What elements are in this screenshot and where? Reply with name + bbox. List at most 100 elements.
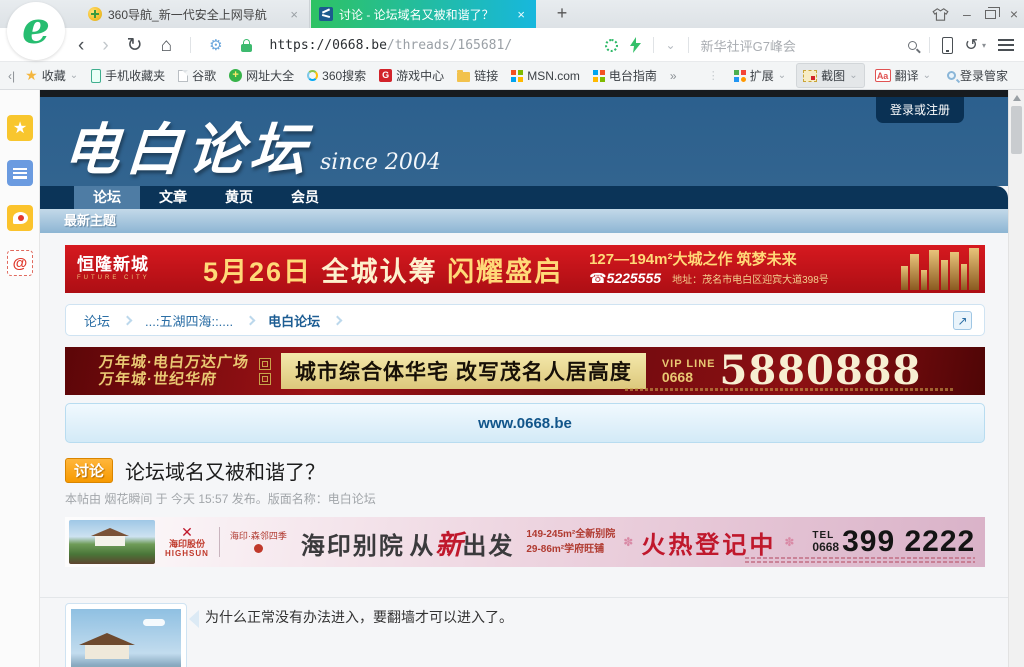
bookmark-radio-guide[interactable]: 电台指南 <box>593 67 657 84</box>
extensions-button[interactable]: 扩展 ⌄ <box>728 64 792 87</box>
browser-logo[interactable]: e <box>7 2 65 60</box>
menu-hamburger-icon[interactable] <box>998 39 1014 51</box>
forward-button-icon[interactable]: › <box>102 36 108 55</box>
domain-notice-box[interactable]: www.0668.be <box>65 403 985 443</box>
scroll-up-arrow-icon[interactable] <box>1013 95 1021 101</box>
https-lock-icon[interactable] <box>241 44 252 52</box>
wannian-contact: VIP LINE 0668 5880888 <box>662 351 921 391</box>
plus-circle-icon: + <box>229 69 242 82</box>
phone-icon <box>91 69 101 83</box>
tab1-close-icon[interactable]: × <box>287 7 301 22</box>
vip-area-code: 0668 <box>662 370 716 384</box>
undo-caret-icon[interactable]: ▾ <box>982 41 986 50</box>
maximize-button[interactable] <box>985 10 996 19</box>
ad-banner-highsun[interactable]: ✕ 海印股份 HIGHSUN 海印·森邻四季 海印别院 从新出发 149-245… <box>65 517 985 567</box>
offer-1: 149-245m²全新别院 <box>526 527 615 542</box>
breadcrumb-forum-link[interactable]: 论坛 <box>84 311 110 330</box>
back-button-icon[interactable]: ‹ <box>78 36 84 55</box>
breadcrumb-category-link[interactable]: ...:五湖四海::.... <box>145 311 233 330</box>
tab-bar: e 360导航_新一代安全上网导航 × 讨论 - 论坛域名又被和谐了？ × + … <box>0 0 1024 28</box>
login-manager-button[interactable]: 登录管家 <box>941 64 1014 87</box>
scrollbar[interactable] <box>1008 90 1024 667</box>
headline-name: 海印别院 <box>301 533 405 560</box>
tool-label: 截图 <box>821 67 845 84</box>
sidebar-favorites-star-icon[interactable]: ★ <box>7 115 33 141</box>
more-bookmarks-icon[interactable]: » <box>670 69 677 83</box>
wannian-headline: 城市综合体华宅 改写茂名人居高度 <box>281 353 646 389</box>
tab2-close-icon[interactable]: × <box>514 7 528 22</box>
screenshot-aperture-icon[interactable] <box>605 39 618 52</box>
tab-360-nav[interactable]: 360导航_新一代安全上网导航 × <box>80 0 310 28</box>
vip-line-label: VIP LINE <box>662 359 716 370</box>
sidebar-weibo-icon[interactable] <box>7 205 33 231</box>
nav-tab-yellow-pages[interactable]: 黄页 <box>206 186 272 209</box>
bookmark-label: 网址大全 <box>246 67 294 84</box>
search-input[interactable]: 新华社评G7峰会 <box>701 36 896 55</box>
url-text[interactable]: https://0668.be/threads/165681/ <box>270 38 513 53</box>
bookmark-google[interactable]: 谷歌 <box>178 67 216 84</box>
bookmark-label: 游戏中心 <box>396 67 444 84</box>
site-settings-gear-icon[interactable]: ⚙ <box>209 36 222 54</box>
screenshot-button[interactable]: 截图 ⌄ <box>796 63 864 88</box>
external-link-icon[interactable]: ↗ <box>953 311 972 330</box>
bookmark-favorites[interactable]: ★ 收藏 ⌄ <box>25 67 78 84</box>
buildings-illustration <box>901 248 979 290</box>
scrollbar-thumb[interactable] <box>1011 106 1022 154</box>
screenshot-frame-icon <box>803 70 817 82</box>
address-right-controls: ⌄ 新华社评G7峰会 ↺ ▾ <box>605 28 1014 62</box>
home-button-icon[interactable]: ⌂ <box>161 36 172 55</box>
forum-logo[interactable]: 电白论坛 since 2004 <box>64 105 441 186</box>
bookmark-360-search[interactable]: 360搜索 <box>307 67 366 84</box>
nav-tab-forum[interactable]: 论坛 <box>74 186 140 209</box>
ad-banner-wannian[interactable]: 万年城·电白万达广场 万年城·世纪华府 城市综合体华宅 改写茂名人居高度 VIP… <box>65 347 985 395</box>
forum-nav-bar: 论坛 文章 黄页 会员 <box>40 186 1008 209</box>
latest-topics-label[interactable]: 最新主题 <box>40 209 1008 233</box>
nav-tab-articles[interactable]: 文章 <box>140 186 206 209</box>
bookmark-msn[interactable]: MSN.com <box>511 69 580 83</box>
collapse-sidebar-icon[interactable]: ‹| <box>8 69 15 83</box>
hengloong-address: 地址：茂名市电白区迎宾大道398号 <box>672 275 829 286</box>
theme-shirt-icon[interactable] <box>932 8 949 21</box>
bookmark-mobile-favorites[interactable]: 手机收藏夹 <box>91 67 165 84</box>
wannian-line2: 万年城·世纪华府 <box>98 371 250 388</box>
ad-banner-hengloong[interactable]: 恒隆新城 FUTURE CITY 5月26日 全城认筹 闪耀盛启 127—194… <box>65 245 985 293</box>
hengloong-logo-subtext: FUTURE CITY <box>77 275 203 282</box>
sidebar-news-feed-icon[interactable] <box>7 160 33 186</box>
close-window-button[interactable]: × <box>1010 7 1018 21</box>
highsun-series: 海印·森邻四季 <box>230 531 287 554</box>
domain-notice-text: www.0668.be <box>478 415 572 432</box>
bookmark-game-center[interactable]: G 游戏中心 <box>379 67 444 84</box>
speed-lightning-icon[interactable] <box>630 37 641 53</box>
breadcrumb-current[interactable]: 电白论坛 <box>268 311 320 330</box>
page-top-strip <box>40 90 1008 97</box>
dropdown-chevron-icon[interactable]: ⌄ <box>666 38 676 52</box>
url-host: https://0668.be <box>270 38 387 53</box>
poster-avatar[interactable] <box>65 603 187 667</box>
nav-tab-members[interactable]: 会员 <box>272 186 338 209</box>
bookmark-label: 链接 <box>474 67 498 84</box>
post-divider <box>40 597 1008 598</box>
fine-print-lines <box>745 555 975 563</box>
chevron-down-icon: ⌄ <box>778 70 786 81</box>
thread-type-badge[interactable]: 讨论 <box>65 458 113 483</box>
mobile-phone-icon[interactable] <box>942 37 953 54</box>
bookmark-site-directory[interactable]: + 网址大全 <box>229 67 294 84</box>
bookmark-links-folder[interactable]: 链接 <box>457 67 498 84</box>
minimize-button[interactable]: – <box>963 7 971 21</box>
tab-forum-thread-active[interactable]: 讨论 - 论坛域名又被和谐了？ × <box>311 0 536 28</box>
sidebar-mail-at-icon[interactable]: @ <box>7 250 33 276</box>
chevron-down-icon: ⌄ <box>849 70 857 81</box>
bookmark-label: 手机收藏夹 <box>105 67 165 84</box>
search-icon[interactable] <box>908 41 917 50</box>
undo-history-icon[interactable]: ↺ <box>965 35 978 55</box>
thread-title-row: 讨论 论坛域名又被和谐了？ <box>65 456 325 485</box>
page-content: 电白论坛 since 2004 登录或注册 论坛 文章 黄页 会员 最新主题 恒… <box>40 90 1008 667</box>
new-tab-button[interactable]: + <box>548 0 576 28</box>
divider <box>219 527 220 557</box>
refresh-button-icon[interactable]: ↻ <box>127 36 143 55</box>
login-register-button[interactable]: 登录或注册 <box>876 97 964 123</box>
translate-button[interactable]: Aa 翻译 ⌄ <box>869 64 937 87</box>
tool-label: 扩展 <box>750 67 774 84</box>
bookmark-label: 收藏 <box>42 67 66 84</box>
folder-icon <box>457 72 470 82</box>
